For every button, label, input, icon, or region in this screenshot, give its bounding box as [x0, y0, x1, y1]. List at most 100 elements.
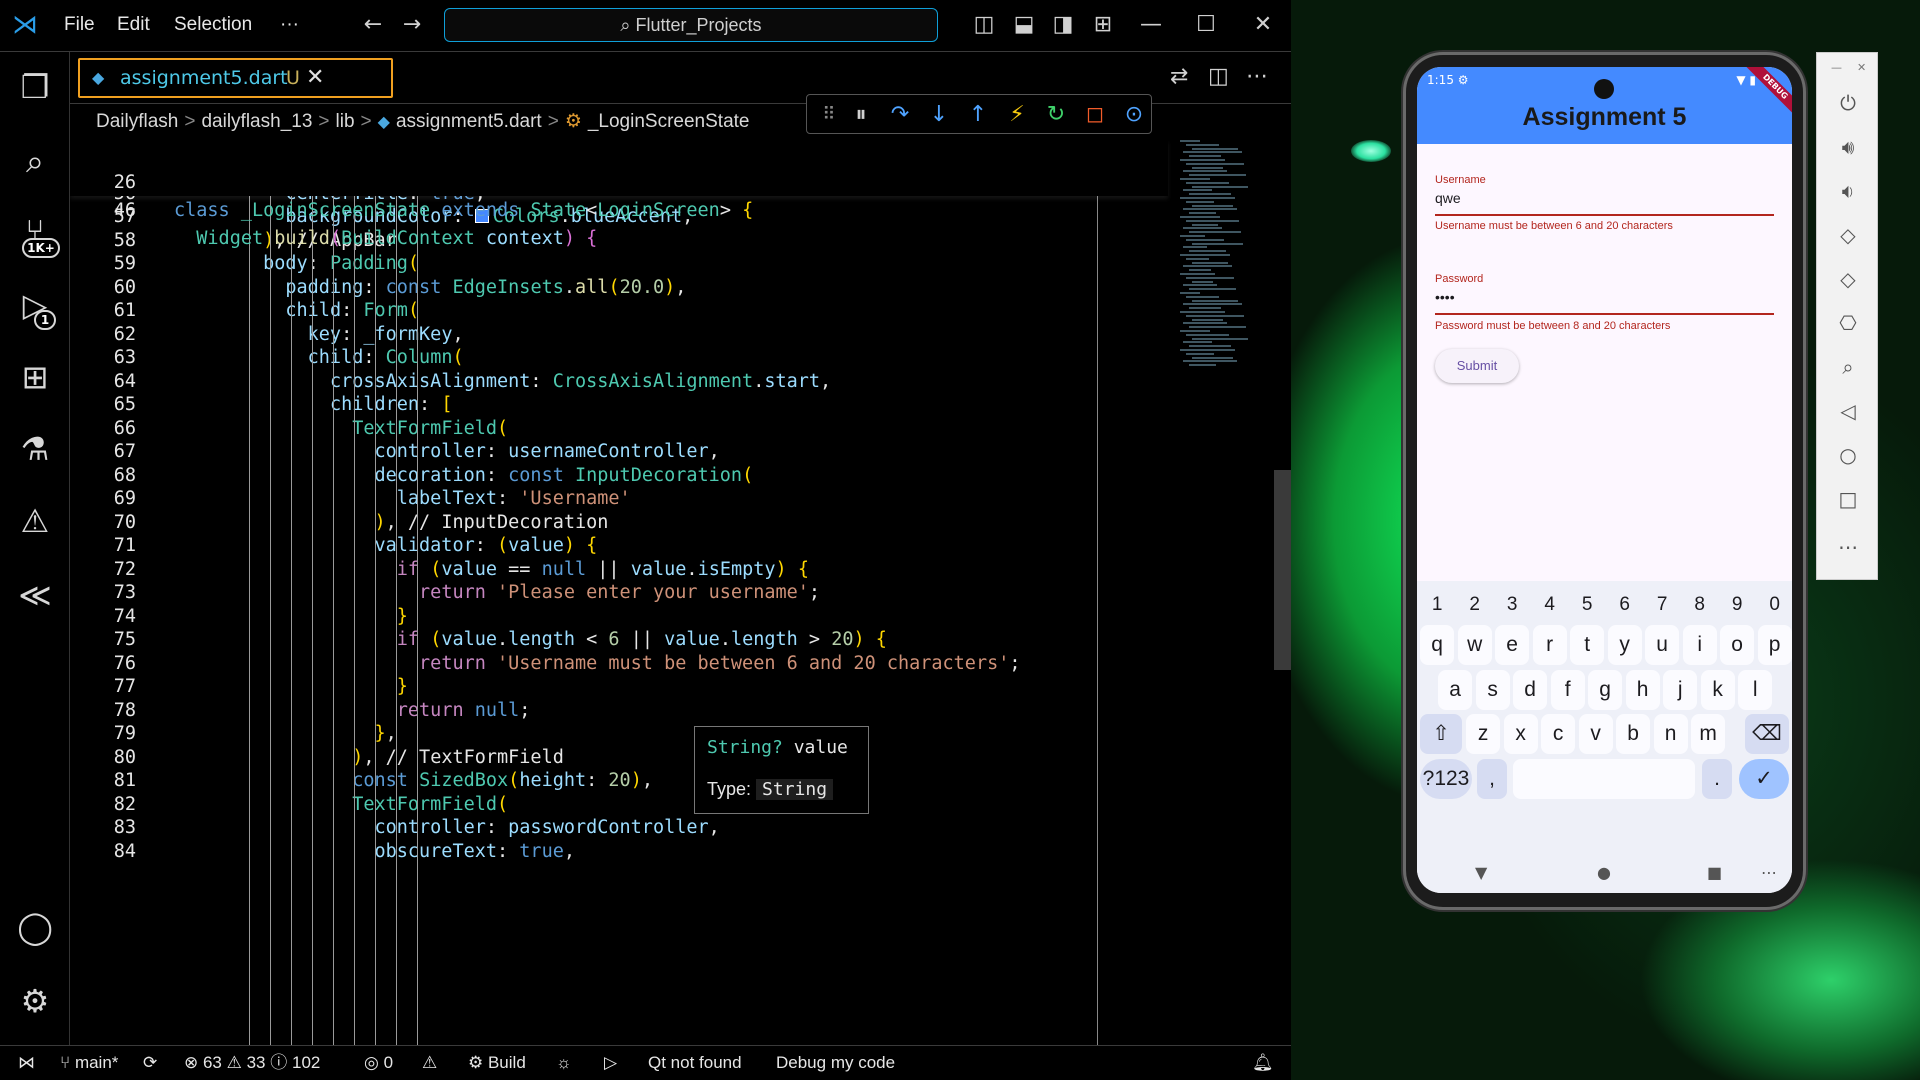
stop-icon[interactable]: ◻ — [1081, 101, 1109, 129]
keyboard-letter-key[interactable]: c — [1541, 714, 1576, 754]
customize-layout-icon[interactable]: ⊞ — [1090, 12, 1116, 38]
breadcrumb-item[interactable]: lib — [336, 111, 355, 132]
keyboard-number-key[interactable]: 4 — [1533, 585, 1567, 625]
keyboard-letter-key[interactable]: d — [1513, 670, 1548, 710]
keyboard-letter-key[interactable]: q — [1420, 625, 1455, 665]
step-into-icon[interactable]: ↓ — [925, 101, 953, 129]
keyboard-letter-key[interactable]: p — [1757, 625, 1792, 665]
code-editor[interactable]: 26 class _LoginScreenState extends State… — [70, 140, 1291, 1045]
tab-close-icon[interactable]: ✕ — [306, 60, 324, 96]
sync-icon[interactable]: ⟳ — [143, 1046, 157, 1080]
debug-my-code[interactable]: Debug my code — [776, 1046, 895, 1080]
nav-home-icon[interactable]: ● — [1597, 863, 1611, 882]
sticky-line[interactable]: 46 Widget build(BuildContext context) { — [70, 168, 1168, 250]
problems-indicator[interactable]: ⊗ 63 ⚠ 33 ⓘ 102 — [184, 1046, 320, 1080]
keyboard-number-key[interactable]: 7 — [1645, 585, 1679, 625]
power-icon[interactable]: ⏻ — [1817, 91, 1879, 115]
screenshot-camera-icon[interactable]: ⎔ — [1817, 311, 1879, 335]
close-icon[interactable]: ✕ — [1250, 12, 1276, 38]
breadcrumb-item[interactable]: _LoginScreenState — [588, 111, 750, 132]
zoom-icon[interactable]: ⌕ — [1817, 355, 1879, 379]
keyboard-letter-key[interactable]: h — [1625, 670, 1660, 710]
rotate-right-icon[interactable]: ◇ — [1817, 267, 1879, 291]
keyboard-letter-key[interactable]: g — [1588, 670, 1623, 710]
split-editor-icon[interactable]: ◫ — [1208, 64, 1229, 89]
branch-indicator[interactable]: ⑂ main* — [60, 1046, 118, 1080]
step-out-icon[interactable]: ↑ — [964, 101, 992, 129]
forward-arrow-icon[interactable]: → — [399, 12, 425, 38]
keyboard-letter-key[interactable]: j — [1663, 670, 1698, 710]
build-button[interactable]: ⚙ Build — [468, 1046, 526, 1080]
back-arrow-icon[interactable]: ← — [360, 12, 386, 38]
toggle-secondary-sidebar-icon[interactable]: ◨ — [1050, 12, 1076, 38]
maximize-icon[interactable]: ☐ — [1193, 12, 1219, 38]
keyboard-letter-key[interactable]: k — [1700, 670, 1735, 710]
testing-icon[interactable]: ⚗ — [12, 426, 58, 472]
minimize-icon[interactable]: — — [1138, 12, 1164, 38]
backspace-key-icon[interactable]: ⌫ — [1745, 714, 1789, 754]
comma-key[interactable]: , — [1477, 759, 1507, 799]
keyboard-letter-key[interactable]: r — [1532, 625, 1567, 665]
space-key[interactable] — [1513, 759, 1695, 799]
menu-file[interactable]: File — [64, 14, 95, 36]
keyboard-letter-key[interactable]: s — [1475, 670, 1510, 710]
password-field[interactable]: •••• — [1435, 289, 1455, 305]
keyboard-number-key[interactable]: 0 — [1758, 585, 1792, 625]
keyboard-letter-key[interactable]: o — [1720, 625, 1755, 665]
flutter-icon[interactable]: ≪ — [12, 572, 58, 618]
overview-icon[interactable]: □ — [1817, 487, 1879, 511]
accounts-icon[interactable]: ◯ — [12, 904, 58, 950]
explorer-icon[interactable]: ❐ — [12, 64, 58, 110]
emulator-minimize-icon[interactable]: — — [1831, 61, 1842, 74]
enter-check-key-icon[interactable]: ✓ — [1739, 759, 1789, 799]
run-icon[interactable]: ▷ — [604, 1046, 617, 1080]
keyboard-number-key[interactable]: 3 — [1495, 585, 1529, 625]
step-over-icon[interactable]: ↷ — [886, 101, 914, 129]
command-center-search[interactable]: ⌕ Flutter_Projects — [444, 8, 938, 42]
period-key[interactable]: . — [1702, 759, 1732, 799]
menu-more[interactable]: ··· — [280, 14, 299, 36]
keyboard-letter-key[interactable]: f — [1550, 670, 1585, 710]
keyboard-letter-key[interactable]: b — [1616, 714, 1651, 754]
menu-selection[interactable]: Selection — [174, 14, 252, 36]
keyboard-letter-key[interactable]: u — [1645, 625, 1680, 665]
keyboard-number-key[interactable]: 8 — [1683, 585, 1717, 625]
shift-key-icon[interactable]: ⇧ — [1420, 714, 1462, 754]
settings-gear-icon[interactable]: ⚙ — [12, 978, 58, 1024]
toggle-panel-icon[interactable]: ⬓ — [1011, 12, 1037, 38]
pause-icon[interactable]: ⏸ — [847, 101, 875, 129]
extended-controls-icon[interactable]: ⋯ — [1817, 535, 1879, 559]
keyboard-switch-icon[interactable]: ⋯ — [1761, 863, 1777, 882]
flutter-device-icon[interactable]: ⚠ — [422, 1046, 437, 1080]
debug-bug-icon[interactable]: ☼ — [556, 1046, 572, 1080]
symbols-key[interactable]: ?123 — [1420, 759, 1472, 799]
keyboard-letter-key[interactable]: m — [1691, 714, 1726, 754]
nav-back-icon[interactable]: ▼ — [1475, 863, 1487, 882]
sticky-line[interactable]: 26 class _LoginScreenState extends State… — [70, 140, 1168, 222]
volume-up-icon[interactable]: 🔊︎ — [1817, 135, 1879, 159]
submit-button[interactable]: Submit — [1435, 349, 1519, 383]
remote-icon[interactable]: ⋈ — [18, 1046, 35, 1080]
keyboard-number-key[interactable]: 1 — [1420, 585, 1454, 625]
flutter-inspector-icon[interactable]: ⚠ — [12, 498, 58, 544]
more-actions-icon[interactable]: ⋯ — [1246, 64, 1268, 89]
keyboard-number-key[interactable]: 9 — [1720, 585, 1754, 625]
keyboard-letter-key[interactable]: a — [1438, 670, 1473, 710]
devtools-icon[interactable]: ⊙ — [1120, 101, 1148, 129]
keyboard-number-key[interactable]: 6 — [1608, 585, 1642, 625]
rotate-left-icon[interactable]: ◇ — [1817, 223, 1879, 247]
keyboard-number-key[interactable]: 5 — [1570, 585, 1604, 625]
breadcrumb-item[interactable]: assignment5.dart — [396, 111, 542, 132]
breadcrumb-item[interactable]: dailyflash_13 — [201, 111, 312, 132]
username-field[interactable]: qwe — [1435, 190, 1461, 206]
keyboard-letter-key[interactable]: l — [1738, 670, 1773, 710]
keyboard-letter-key[interactable]: i — [1682, 625, 1717, 665]
emulator-close-icon[interactable]: ✕ — [1857, 61, 1866, 74]
keyboard-letter-key[interactable]: v — [1578, 714, 1613, 754]
keyboard-letter-key[interactable]: n — [1653, 714, 1688, 754]
keyboard-letter-key[interactable]: z — [1466, 714, 1501, 754]
drag-handle-icon[interactable]: ⠿ — [815, 101, 843, 129]
keyboard-letter-key[interactable]: y — [1607, 625, 1642, 665]
keyboard-letter-key[interactable]: x — [1503, 714, 1538, 754]
menu-edit[interactable]: Edit — [117, 14, 150, 36]
